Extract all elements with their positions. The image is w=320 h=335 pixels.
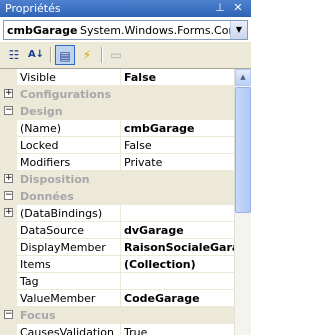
property-row[interactable]: (Name) cmbGarage — [0, 120, 234, 137]
property-row[interactable]: CausesValidation True — [0, 324, 234, 335]
expand-icon[interactable]: + — [4, 208, 13, 217]
title-bar: Propriétés ⊥ ✕ — [0, 0, 251, 17]
category-row[interactable]: + Disposition — [0, 171, 234, 188]
category-name: Focus — [20, 309, 56, 322]
property-row[interactable]: DisplayMember RaisonSocialeGarage — [0, 239, 234, 256]
property-name: Tag — [20, 275, 39, 288]
categorized-view-icon[interactable]: ☷ — [4, 45, 24, 65]
toolbar-separator — [50, 47, 52, 63]
property-value[interactable]: (Collection) — [124, 258, 234, 271]
events-icon[interactable]: ⚡ — [77, 45, 97, 65]
category-row[interactable]: − Focus — [0, 307, 234, 324]
property-value[interactable]: RaisonSocialeGarage — [124, 241, 234, 254]
property-value[interactable]: CodeGarage — [124, 292, 234, 305]
property-value[interactable]: cmbGarage — [124, 122, 234, 135]
property-value[interactable]: True — [124, 326, 234, 335]
property-row[interactable]: DataSource dvGarage — [0, 222, 234, 239]
category-row[interactable]: + Configurations — [0, 86, 234, 103]
collapse-icon[interactable]: − — [4, 310, 13, 319]
property-name: DataSource — [20, 224, 85, 237]
scrollbar-thumb[interactable] — [235, 87, 251, 213]
close-icon[interactable]: ✕ — [231, 1, 245, 15]
collapse-icon[interactable]: − — [4, 106, 13, 115]
chevron-down-icon[interactable]: ▼ — [230, 21, 247, 39]
alphabetical-sort-icon[interactable]: A↓ — [26, 45, 46, 65]
category-name: Design — [20, 105, 63, 118]
category-name: Disposition — [20, 173, 90, 186]
vertical-scrollbar[interactable]: ▲ — [234, 69, 251, 335]
property-row[interactable]: Items (Collection) — [0, 256, 234, 273]
object-selector[interactable]: cmbGarage System.Windows.Forms.ComboBox … — [3, 20, 248, 40]
property-value[interactable]: False — [124, 139, 234, 152]
property-row[interactable]: Locked False — [0, 137, 234, 154]
toolbar-separator — [101, 47, 103, 63]
property-value[interactable]: Private — [124, 156, 234, 169]
property-name: (Name) — [20, 122, 62, 135]
window-title: Propriétés — [5, 2, 61, 15]
object-name: cmbGarage — [7, 24, 78, 37]
scroll-up-icon[interactable]: ▲ — [235, 69, 251, 86]
property-pages-icon[interactable]: ▭ — [106, 45, 126, 65]
property-name: Modifiers — [20, 156, 71, 169]
collapse-icon[interactable]: − — [4, 191, 13, 200]
property-grid: Visible False + Configurations − Design … — [0, 69, 234, 335]
properties-view-icon[interactable]: ▤ — [55, 45, 75, 65]
property-name: Locked — [20, 139, 59, 152]
property-row[interactable]: Tag — [0, 273, 234, 290]
category-name: Données — [20, 190, 74, 203]
pin-icon[interactable]: ⊥ — [213, 1, 227, 15]
property-value[interactable]: dvGarage — [124, 224, 234, 237]
property-row[interactable]: + (DataBindings) — [0, 205, 234, 222]
expand-icon[interactable]: + — [4, 89, 13, 98]
object-type: System.Windows.Forms.ComboBox — [80, 24, 247, 37]
property-name: (DataBindings) — [20, 207, 103, 220]
property-row[interactable]: ValueMember CodeGarage — [0, 290, 234, 307]
property-row[interactable]: Visible False — [0, 69, 234, 86]
property-name: Visible — [20, 71, 56, 84]
property-name: CausesValidation — [20, 326, 114, 335]
property-value[interactable]: False — [124, 71, 234, 84]
expand-icon[interactable]: + — [4, 174, 13, 183]
property-name: DisplayMember — [20, 241, 106, 254]
property-row[interactable]: Modifiers Private — [0, 154, 234, 171]
category-name: Configurations — [20, 88, 112, 101]
toolbar: ☷ A↓ ▤ ⚡ ▭ — [0, 42, 251, 69]
category-row[interactable]: − Design — [0, 103, 234, 120]
property-name: ValueMember — [20, 292, 96, 305]
property-name: Items — [20, 258, 51, 271]
category-row[interactable]: − Données — [0, 188, 234, 205]
